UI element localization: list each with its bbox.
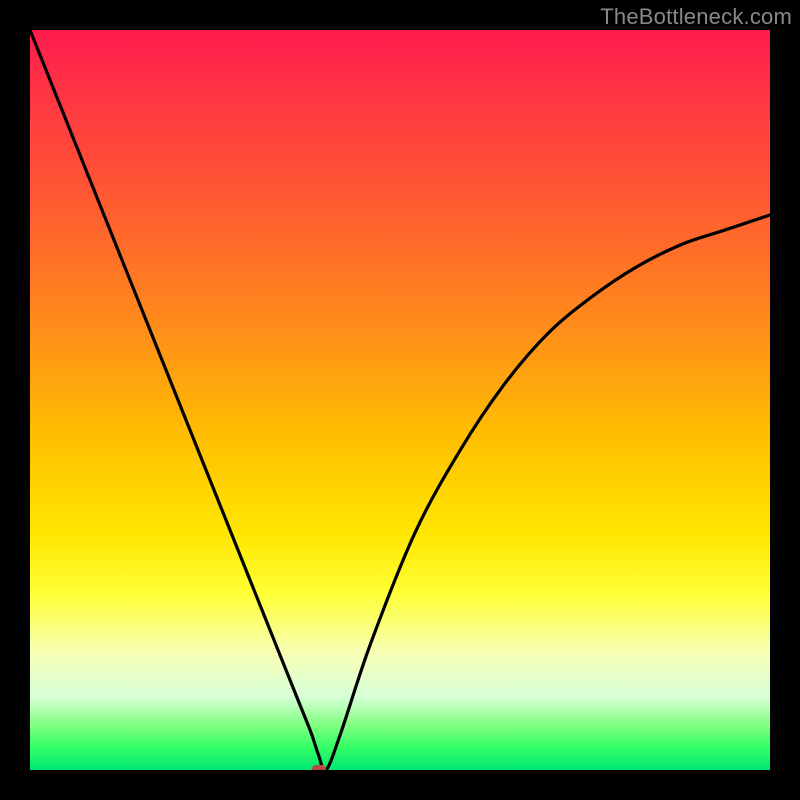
optimal-point-marker [312, 765, 326, 770]
watermark-text: TheBottleneck.com [600, 4, 792, 30]
plot-area [30, 30, 770, 770]
chart-frame: TheBottleneck.com [0, 0, 800, 800]
bottleneck-curve [30, 30, 770, 770]
